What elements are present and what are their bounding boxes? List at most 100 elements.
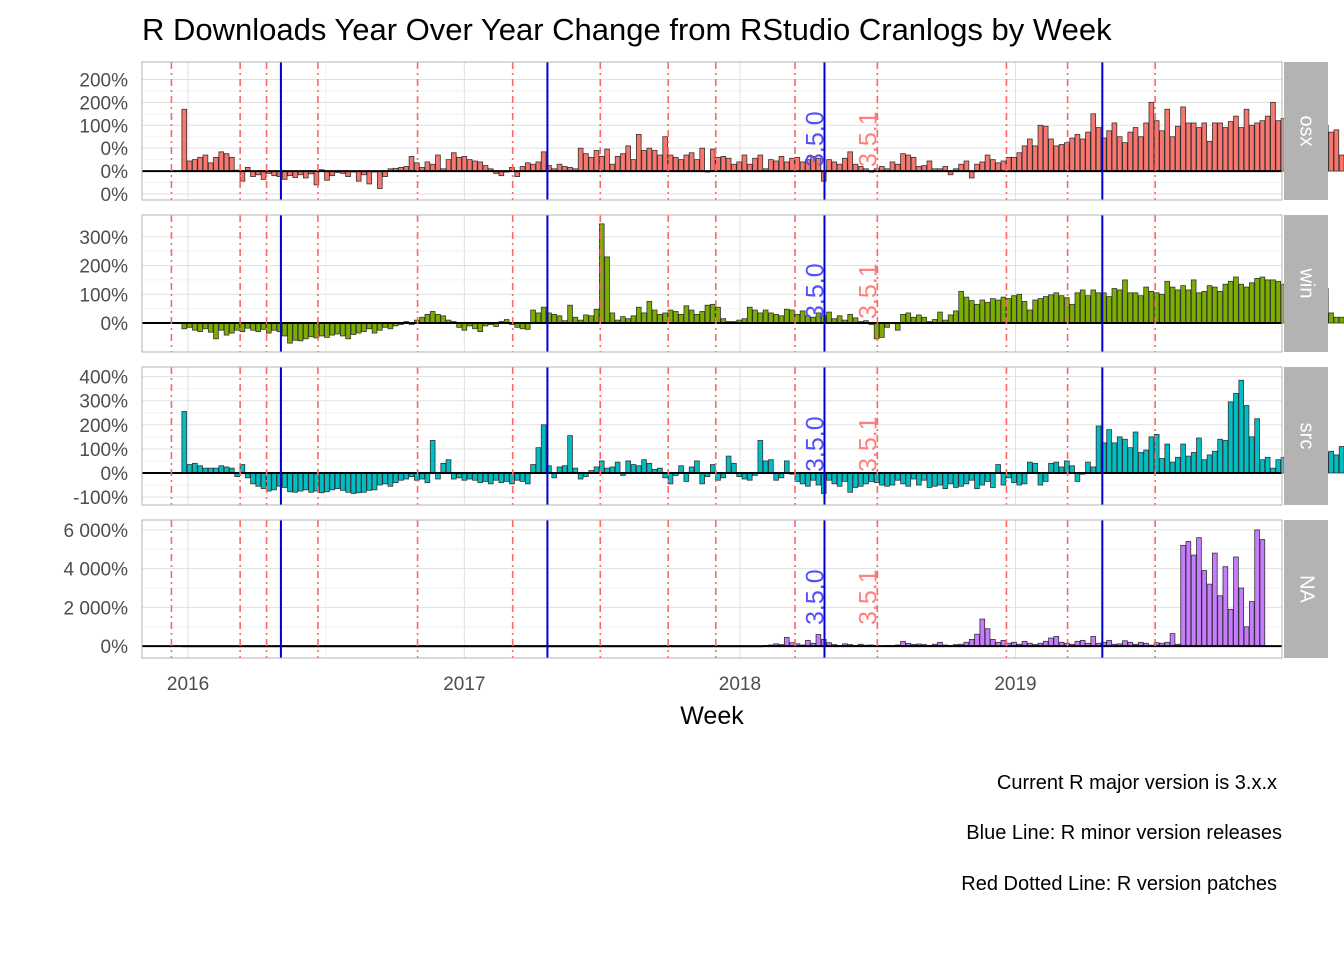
version-label: 3.5.1 — [854, 263, 882, 319]
bar-win — [773, 313, 779, 324]
bar-osx — [260, 170, 267, 180]
bar-src — [1032, 462, 1038, 474]
bar-src — [947, 472, 954, 485]
bar-osx — [1249, 124, 1255, 172]
version-label: 3.5.0 — [801, 263, 829, 319]
bar-win — [768, 312, 774, 324]
bar-win — [1106, 296, 1112, 324]
bar-osx — [197, 156, 203, 172]
version-label: 3.5.1 — [854, 111, 882, 167]
bar-osx — [424, 161, 431, 172]
bar-win — [1190, 279, 1197, 324]
bar-osx — [540, 151, 547, 172]
bar-osx — [683, 154, 690, 172]
bar-win — [424, 313, 431, 324]
bar-win — [535, 312, 542, 324]
bar-win — [1201, 290, 1208, 324]
bar-src — [1233, 393, 1239, 474]
bar-win — [699, 311, 705, 324]
bar-osx — [746, 163, 753, 172]
bar-osx — [630, 159, 637, 172]
bar-NA — [979, 618, 986, 647]
bar-win — [292, 322, 299, 341]
bar-osx — [1011, 156, 1017, 172]
bar-src — [937, 472, 943, 486]
bar-src — [630, 464, 637, 474]
bar-osx — [662, 136, 668, 172]
bar-win — [303, 322, 309, 340]
bar-NA — [1249, 601, 1255, 647]
bar-win — [477, 322, 484, 333]
bar-src — [1027, 461, 1033, 474]
bar-osx — [1000, 160, 1007, 172]
y-tick-label: 300% — [79, 392, 128, 413]
bar-osx — [1032, 145, 1038, 172]
bar-src — [847, 472, 853, 493]
bar-win — [1159, 293, 1165, 324]
bar-osx — [842, 157, 848, 172]
bar-src — [974, 472, 980, 490]
bar-src — [746, 472, 753, 481]
bar-win — [789, 309, 795, 324]
bar-src — [958, 472, 964, 487]
bar-osx — [657, 154, 663, 172]
bar-src — [503, 472, 510, 482]
bar-osx — [1264, 115, 1271, 172]
bar-src — [810, 472, 816, 481]
bar-win — [1275, 280, 1282, 324]
bar-osx — [1148, 101, 1155, 172]
bar-src — [995, 464, 1001, 474]
bar-osx — [1138, 136, 1144, 172]
bar-osx — [556, 163, 563, 172]
bar-win — [593, 308, 600, 324]
bar-src — [1132, 431, 1139, 474]
bar-win — [334, 322, 341, 335]
bar-src — [783, 460, 790, 474]
bar-src — [445, 459, 452, 474]
bar-win — [1090, 289, 1097, 324]
y-tick-label: 300% — [79, 228, 128, 249]
y-tick-label: 200% — [79, 416, 128, 437]
bar-win — [1127, 292, 1134, 324]
bar-win — [1196, 292, 1202, 324]
bar-osx — [1143, 122, 1149, 172]
y-tick-label: 0% — [101, 162, 129, 183]
bar-osx — [1169, 136, 1176, 172]
bar-src — [1190, 452, 1197, 474]
version-label: 3.5.1 — [854, 416, 882, 472]
bar-win — [239, 322, 246, 333]
bar-win — [1016, 293, 1023, 324]
bar-win — [609, 312, 616, 324]
bar-src — [826, 472, 832, 481]
bar-NA — [1169, 633, 1176, 647]
bar-win — [1079, 289, 1086, 324]
bar-win — [979, 299, 986, 324]
bar-src — [488, 472, 494, 485]
bar-src — [868, 472, 875, 482]
bar-src — [1275, 459, 1282, 474]
bar-src — [1138, 452, 1144, 474]
bar-osx — [1111, 122, 1118, 172]
bar-osx — [1079, 138, 1086, 172]
bar-win — [1037, 298, 1044, 324]
bar-win — [704, 304, 711, 324]
bar-src — [963, 472, 970, 485]
bar-NA — [984, 628, 991, 647]
version-label: 3.5.1 — [854, 569, 882, 625]
bar-NA — [1217, 595, 1223, 647]
bar-osx — [831, 161, 838, 172]
bar-NA — [1206, 583, 1213, 647]
bar-osx — [974, 163, 980, 172]
bar-src — [1206, 454, 1213, 474]
bar-win — [937, 311, 943, 324]
bar-src — [1185, 455, 1192, 474]
bar-src — [1338, 446, 1344, 474]
bar-win — [1233, 276, 1239, 324]
bar-NA — [1227, 608, 1234, 647]
bar-osx — [725, 157, 732, 172]
bar-osx — [1153, 120, 1160, 172]
y-tick-label: 0% — [101, 185, 129, 206]
bar-osx — [1270, 101, 1276, 172]
x-axis-title: Week — [680, 702, 744, 730]
bar-src — [255, 472, 262, 487]
